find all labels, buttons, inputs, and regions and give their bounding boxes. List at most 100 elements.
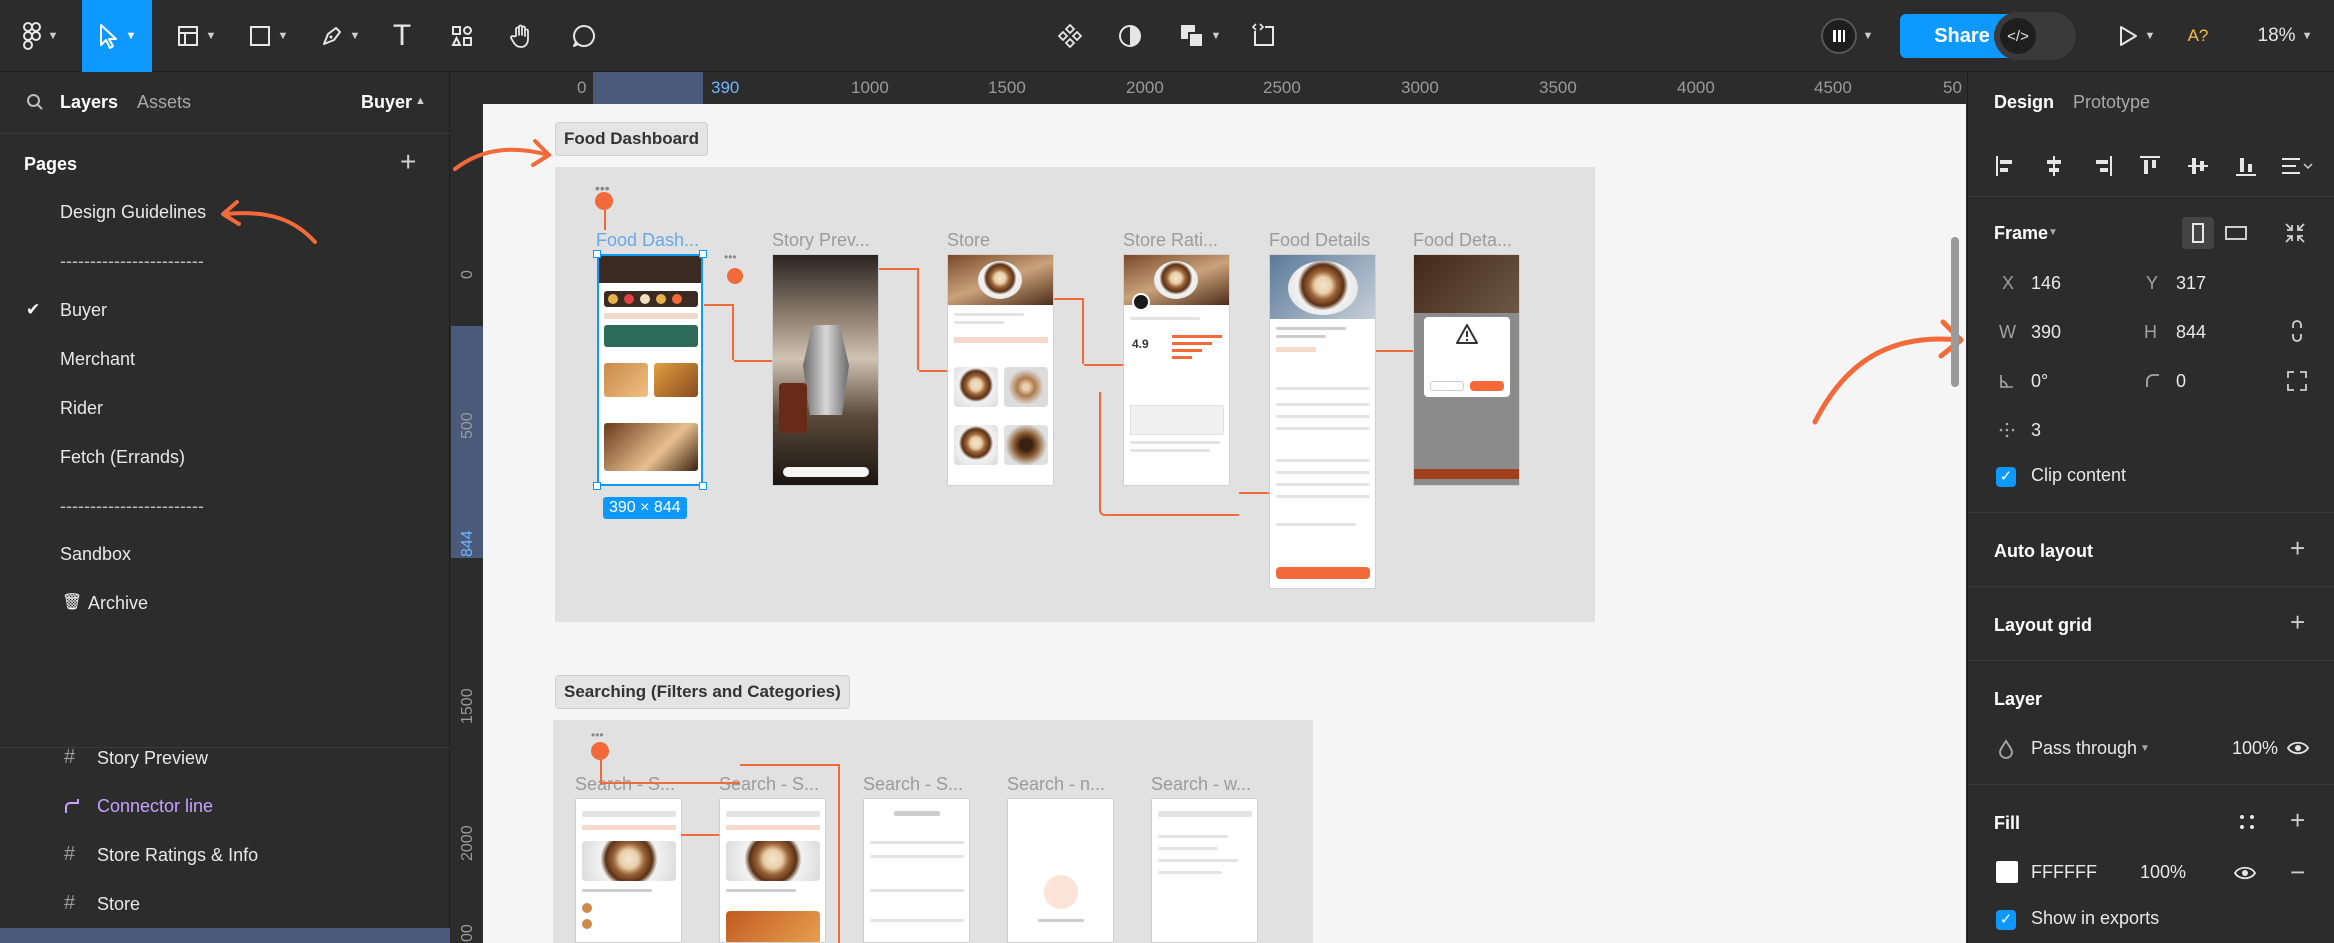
page-item-rider[interactable]: Rider [60,398,103,419]
present-button[interactable]: ▼ [2108,12,2164,60]
horizontal-ruler: 0 390 1000 1500 2000 2500 3000 3500 4000… [451,72,1966,104]
search-icon[interactable] [26,93,44,111]
layer-item-selected[interactable] [0,928,450,943]
fill-color-swatch[interactable] [1996,861,2018,883]
eye-icon[interactable] [2286,739,2310,757]
page-item-merchant[interactable]: Merchant [60,349,135,370]
corner-smoothing-input[interactable]: 3 [2031,420,2041,441]
page-selector[interactable]: Buyer [361,92,412,113]
fill-hex-input[interactable]: FFFFFF [2031,862,2097,883]
resize-handle[interactable] [593,250,601,258]
fill-opacity-input[interactable]: 100% [2140,862,2186,883]
height-input[interactable]: 844 [2176,322,2206,343]
screen-food-details[interactable] [1269,254,1376,589]
page-item-sandbox[interactable]: Sandbox [60,544,131,565]
add-layout-grid-button[interactable]: + [2290,607,2305,638]
page-item-archive[interactable]: Archive [88,593,148,614]
flow-start-dot[interactable] [591,742,609,760]
layer-item-connector-line[interactable]: Connector line [0,782,450,830]
show-in-exports-checkbox[interactable]: ✓ [1996,910,2016,930]
distribute-menu-icon[interactable] [2280,154,2314,178]
resize-handle[interactable] [593,482,601,490]
add-auto-layout-button[interactable]: + [2290,533,2305,564]
component-button[interactable] [1050,12,1090,60]
page-item-buyer[interactable]: Buyer [60,300,107,321]
multiplayer-avatar-button[interactable]: ▼ [1812,12,1882,60]
tab-layers[interactable]: Layers [60,92,118,113]
align-right-icon[interactable] [2090,154,2114,178]
search-bar [582,811,676,817]
vertical-scrollbar[interactable] [1951,237,1959,387]
rotation-input[interactable]: 0° [2031,371,2048,392]
comment-tool-button[interactable] [564,12,604,60]
canvas[interactable]: 0 390 1000 1500 2000 2500 3000 3500 4000… [451,72,1966,943]
section-label-searching[interactable]: Searching (Filters and Categories) [555,675,850,709]
frame-tool-button[interactable]: ▼ [168,12,224,60]
align-left-icon[interactable] [1994,154,2018,178]
screen-food-details-dialog[interactable] [1413,254,1520,486]
mask-button[interactable] [1110,12,1150,60]
left-panel: Layers Assets Buyer ▲ Pages + Design Gui… [0,72,450,943]
align-center-h-icon[interactable] [2042,154,2066,178]
portrait-icon [2192,223,2204,243]
screen-search-1[interactable] [575,798,682,943]
page-item-fetch-errands[interactable]: Fetch (Errands) [60,447,185,468]
screen-story-preview[interactable] [772,254,879,486]
prototype-connector [600,760,602,782]
clip-content-checkbox[interactable]: ✓ [1996,467,2016,487]
font-warning-badge[interactable]: A? [2180,12,2216,60]
constrain-proportions-icon[interactable] [2290,319,2304,343]
independent-corners-icon[interactable] [2286,370,2308,392]
screen-search-3[interactable] [863,798,970,943]
zoom-button[interactable]: 18% ▼ [2246,12,2324,60]
layer-item-store-ratings-info[interactable]: # Store Ratings & Info [0,831,450,879]
align-top-icon[interactable] [2138,154,2162,178]
tab-assets[interactable]: Assets [137,92,191,113]
layer-item-store[interactable]: # Store [0,880,450,928]
align-bottom-icon[interactable] [2234,154,2258,178]
hand-tool-button[interactable] [502,12,542,60]
chevron-up-icon: ▲ [415,95,426,107]
resources-icon [451,26,472,46]
tab-prototype[interactable]: Prototype [2073,92,2150,113]
main-menu-button[interactable]: ▼ [14,12,66,60]
pen-tool-button[interactable]: ▼ [312,12,368,60]
add-page-button[interactable]: + [400,146,416,178]
frame-header[interactable]: Frame [1994,223,2048,244]
resize-to-fit-icon[interactable] [2283,221,2307,245]
eye-icon[interactable] [2233,864,2257,882]
move-tool-button[interactable]: ▼ [82,0,152,72]
align-center-v-icon[interactable] [2186,154,2210,178]
x-input[interactable]: 146 [2031,273,2061,294]
layer-item-story-preview[interactable]: # Story Preview [0,734,450,782]
dev-mode-toggle[interactable]: </> [1994,12,2076,60]
layer-opacity-input[interactable]: 100% [2232,738,2278,759]
landscape-icon[interactable] [2224,223,2248,243]
crop-button[interactable] [1244,12,1284,60]
text-tool-button[interactable]: T [382,12,422,60]
page-item-divider[interactable]: ------------------------ [60,496,204,517]
remove-fill-button[interactable]: − [2290,857,2305,888]
page-item-divider[interactable]: ------------------------ [60,251,204,272]
flow-start-dot[interactable] [595,192,613,210]
y-input[interactable]: 317 [2176,273,2206,294]
shape-tool-button[interactable]: ▼ [240,12,296,60]
width-input[interactable]: 390 [2031,322,2061,343]
boolean-button[interactable]: ▼ [1172,12,1228,60]
corner-radius-icon [2146,374,2159,387]
section-label-food-dashboard[interactable]: Food Dashboard [555,122,709,156]
page-item-design-guidelines[interactable]: Design Guidelines [60,202,206,223]
screen-search-w[interactable] [1151,798,1258,943]
resize-handle[interactable] [699,250,707,258]
styles-icon[interactable] [2238,813,2256,831]
tab-design[interactable]: Design [1994,92,2054,113]
avatar [1820,18,1857,54]
resize-handle[interactable] [699,482,707,490]
resources-tool-button[interactable] [442,12,482,60]
screen-store[interactable] [947,254,1054,486]
blend-mode-select[interactable]: Pass through [2031,738,2137,759]
flow-start-dot[interactable] [727,268,743,284]
screen-search-no-results[interactable] [1007,798,1114,943]
add-fill-button[interactable]: + [2290,805,2305,836]
radius-input[interactable]: 0 [2176,371,2186,392]
